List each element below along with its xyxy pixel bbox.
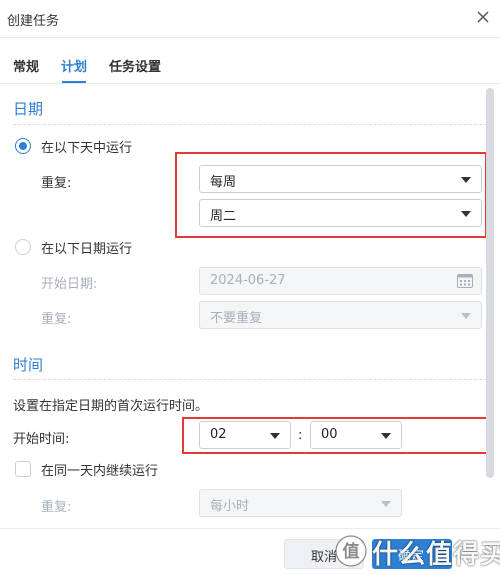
dialog-title: 创建任务 [7,14,60,29]
section-divider [13,124,487,125]
cancel-button[interactable]: 取消 [284,539,364,569]
ok-button[interactable]: 确定 [372,539,452,569]
chevron-down-icon [461,313,471,319]
scrollbar-thumb[interactable] [486,88,494,478]
start-date-field[interactable]: 2024-06-27 [199,267,482,295]
calendar-icon [457,274,473,288]
close-button[interactable] [474,8,492,26]
close-icon [477,11,489,23]
tab-bar: 常规 计划 任务设置 [0,44,500,84]
repeat-select-value: 每周 [210,175,237,190]
run-on-days-label: 在以下天中运行 [41,141,133,156]
continue-same-day-checkbox[interactable] [15,461,31,477]
chevron-down-icon [270,433,280,439]
chevron-down-icon [461,177,471,183]
minute-select-value: 00 [321,427,338,442]
repeat-select-disabled: 不要重复 [199,301,482,329]
time-colon: : [298,428,303,443]
section-divider [13,379,487,380]
minute-select[interactable]: 00 [310,421,402,449]
hour-select[interactable]: 02 [199,421,291,449]
repeat-label-disabled: 重复: [41,312,72,327]
time-section-title: 时间 [13,356,44,374]
chevron-down-icon [381,433,391,439]
start-date-label: 开始日期: [41,277,98,292]
start-time-label: 开始时间: [13,432,70,447]
weekday-select-value: 周二 [210,209,237,224]
date-section-title: 日期 [13,100,44,118]
chevron-down-icon [461,211,471,217]
repeat-label: 重复: [41,176,72,191]
time-description: 设置在指定日期的首次运行时间。 [13,399,209,414]
continue-same-day-label: 在同一天内继续运行 [41,464,159,479]
dialog-titlebar: 创建任务 [0,0,500,38]
hour-select-value: 02 [210,427,227,442]
tab-task-settings[interactable]: 任务设置 [109,56,161,75]
tab-schedule[interactable]: 计划 [61,56,87,75]
weekday-select[interactable]: 周二 [199,199,482,227]
repeat-hourly-label: 重复: [41,500,72,515]
ok-button-label: 确定 [398,549,425,564]
repeat-hourly-value: 每小时 [210,499,250,514]
run-on-date-label: 在以下日期运行 [41,242,133,257]
dialog-footer: 取消 确定 [0,528,500,574]
run-on-days-radio[interactable] [15,138,31,154]
tab-general[interactable]: 常规 [13,56,39,75]
repeat-select[interactable]: 每周 [199,165,482,193]
chevron-down-icon [381,501,391,507]
cancel-button-label: 取消 [311,550,338,565]
scrollbar[interactable] [486,88,494,484]
repeat-disabled-value: 不要重复 [210,311,263,326]
run-on-date-radio[interactable] [15,239,31,255]
active-tab-indicator [62,81,86,83]
start-date-value: 2024-06-27 [210,273,286,288]
repeat-hourly-select: 每小时 [199,489,402,517]
